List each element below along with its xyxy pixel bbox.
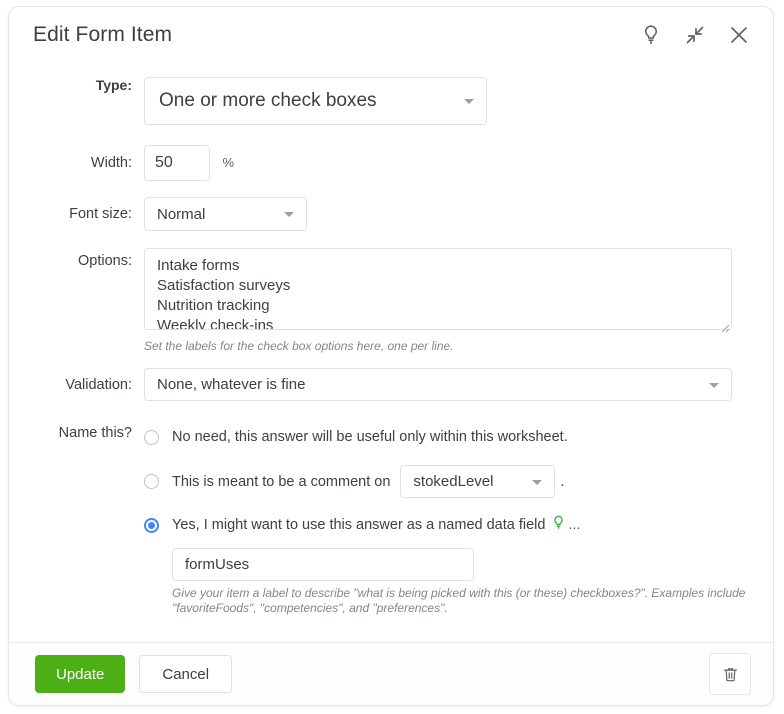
font-size-field: Normal [144,197,773,231]
radio-no-need-label: No need, this answer will be useful only… [172,429,568,445]
row-font-size: Font size: Normal [9,197,773,231]
field-name-hint: Give your item a label to describe "what… [172,586,746,615]
comment-trailing-period: . [560,473,565,490]
trash-icon [723,667,737,681]
field-name-input[interactable] [172,548,474,581]
options-label: Options: [78,253,132,269]
comment-target-value: stokedLevel [413,473,494,490]
radio-named-field-icon[interactable] [144,517,159,533]
radio-comment-icon[interactable] [144,474,159,489]
radio-no-need-icon[interactable] [144,429,159,445]
row-name-this: Name this? No need, this answer will be … [9,422,773,616]
radio-option-named-field[interactable]: Yes, I might want to use this answer as … [144,510,773,540]
validation-label: Validation: [65,376,132,393]
update-button[interactable]: Update [35,655,126,693]
options-hint: Set the labels for the check box options… [144,339,454,353]
row-type: Type: One or more check boxes [9,77,773,125]
type-field: One or more check boxes [144,77,773,125]
header-actions [639,23,751,47]
validation-select-value: None, whatever is fine [157,376,306,393]
cancel-button[interactable]: Cancel [139,655,233,693]
radio-option-no-need[interactable]: No need, this answer will be useful only… [144,422,773,452]
type-select[interactable]: One or more check boxes [144,77,487,125]
comment-target-select[interactable]: stokedLevel [400,465,556,498]
type-label: Type: [95,77,132,93]
radio-option-comment[interactable]: This is meant to be a comment on stokedL… [144,465,773,498]
font-size-select-value: Normal [157,205,206,223]
font-size-select[interactable]: Normal [144,197,307,231]
row-width: Width: % [9,145,773,181]
options-field: Intake forms Satisfaction surveys Nutrit… [144,248,773,354]
chevron-down-icon [532,479,543,485]
width-input[interactable] [144,145,210,181]
validation-field: None, whatever is fine [144,368,773,401]
delete-button[interactable] [709,653,751,695]
edit-form-item-dialog: Edit Form Item Type: One or more check b… [8,6,774,706]
options-textarea[interactable]: Intake forms Satisfaction surveys Nutrit… [144,248,732,330]
name-this-field: No need, this answer will be useful only… [144,422,773,616]
named-field-ellipsis: ... [568,517,581,533]
width-label: Width: [90,155,132,171]
row-validation: Validation: None, whatever is fine [9,368,773,401]
radio-comment-label: This is meant to be a comment on [172,473,391,490]
lightbulb-icon[interactable] [639,23,663,47]
chevron-down-icon [464,99,474,104]
lightbulb-icon[interactable] [550,514,567,536]
chevron-down-icon [709,382,719,388]
width-field: % [144,145,773,181]
name-this-label: Name this? [58,425,132,441]
dialog-header: Edit Form Item [9,7,773,63]
chevron-down-icon [284,212,294,217]
radio-named-field-label: Yes, I might want to use this answer as … [172,517,546,533]
named-field-input-group: Give your item a label to describe "what… [172,548,773,616]
font-size-label: Font size: [69,206,132,222]
close-icon[interactable] [727,23,751,47]
width-percent-label: % [222,155,235,171]
collapse-icon[interactable] [683,23,707,47]
dialog-title: Edit Form Item [33,23,173,46]
options-textarea-wrap: Intake forms Satisfaction surveys Nutrit… [144,248,732,335]
row-options: Options: Intake forms Satisfaction surve… [9,248,773,354]
type-select-value: One or more check boxes [159,90,377,111]
validation-select[interactable]: None, whatever is fine [144,368,732,401]
dialog-footer: Update Cancel [9,642,773,705]
dialog-body: Type: One or more check boxes Width: % F… [9,63,773,616]
